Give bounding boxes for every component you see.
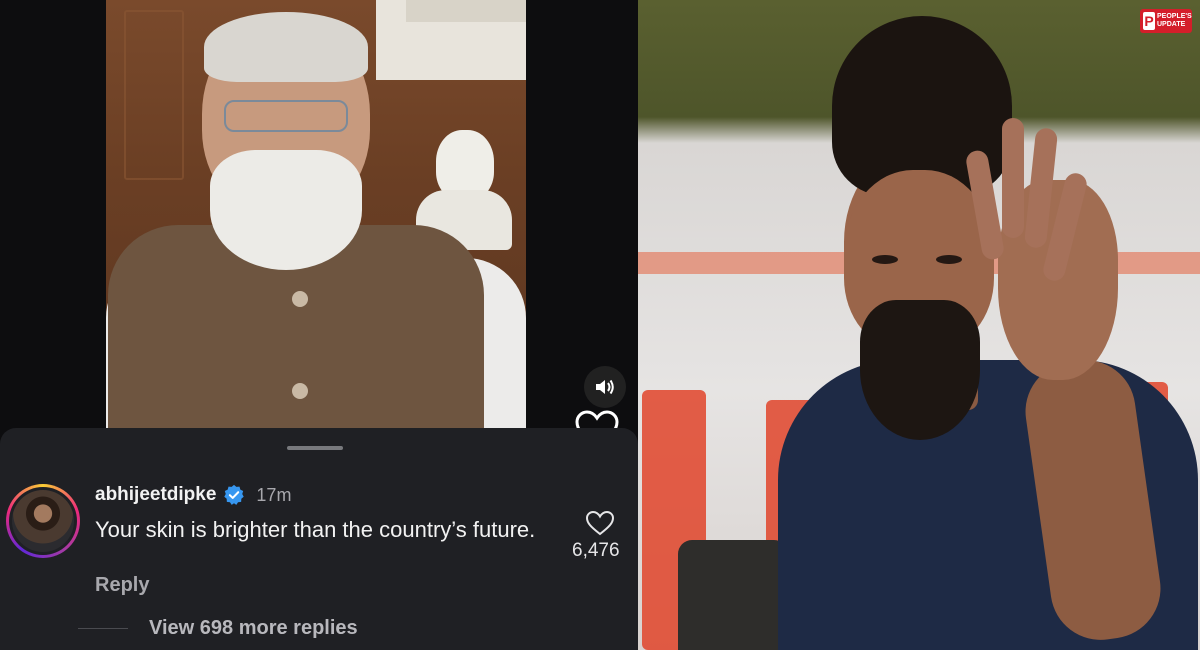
eye bbox=[936, 255, 962, 264]
verified-badge-icon bbox=[224, 484, 245, 505]
vest-button bbox=[292, 383, 308, 399]
person-beard bbox=[210, 150, 362, 270]
wall-panel bbox=[124, 10, 184, 180]
sound-button[interactable] bbox=[584, 366, 626, 408]
person-hair bbox=[204, 12, 368, 82]
video-frame[interactable] bbox=[106, 0, 526, 428]
comment-header: abhijeetdipke 17m bbox=[95, 484, 291, 506]
microphone bbox=[678, 540, 788, 650]
like-count: 6,476 bbox=[572, 540, 620, 561]
view-replies-button[interactable]: View 698 more replies bbox=[149, 617, 358, 640]
instagram-screenshot: abhijeetdipke 17m Your skin is brighter … bbox=[0, 0, 638, 650]
glasses bbox=[224, 100, 348, 132]
drag-handle[interactable] bbox=[287, 446, 343, 450]
logo-line1: PEOPLE'S bbox=[1157, 13, 1192, 20]
avatar[interactable] bbox=[6, 484, 80, 558]
news-photo: P PEOPLE'S UPDATE bbox=[638, 0, 1200, 650]
logo-p-icon: P bbox=[1143, 12, 1155, 30]
comments-sheet: abhijeetdipke 17m Your skin is brighter … bbox=[0, 428, 638, 650]
man-beard bbox=[860, 300, 980, 440]
username[interactable]: abhijeetdipke bbox=[95, 484, 216, 506]
eye bbox=[872, 255, 898, 264]
comment-timestamp: 17m bbox=[256, 484, 292, 505]
finger bbox=[1002, 118, 1024, 238]
logo-line2: UPDATE bbox=[1157, 21, 1186, 28]
avatar-image bbox=[12, 490, 74, 552]
heart-icon[interactable] bbox=[585, 510, 615, 536]
wall-frame bbox=[406, 0, 526, 22]
speaker-icon bbox=[596, 379, 614, 395]
vest-button bbox=[292, 291, 308, 307]
reply-button[interactable]: Reply bbox=[95, 574, 149, 597]
logo-text: PEOPLE'S UPDATE bbox=[1157, 13, 1192, 29]
comment-text: Your skin is brighter than the country’s… bbox=[95, 517, 536, 542]
watermark-logo: P PEOPLE'S UPDATE bbox=[1140, 9, 1192, 33]
divider bbox=[78, 628, 128, 629]
